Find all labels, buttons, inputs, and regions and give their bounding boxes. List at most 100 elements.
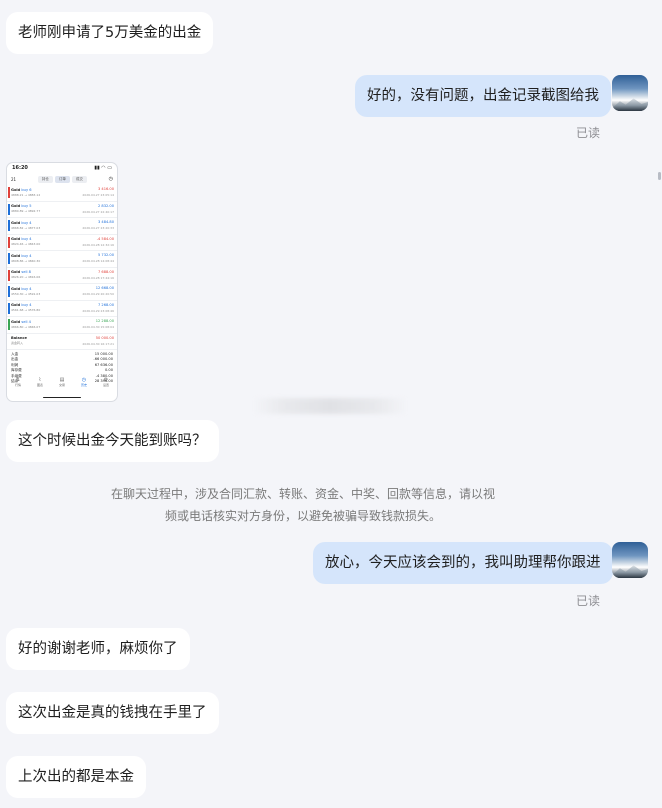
phone-nav-item: ⌇ 图表 xyxy=(37,377,43,391)
trade-marker xyxy=(8,236,10,248)
phone-home-indicator xyxy=(43,396,81,398)
phone-status-bar: 16:20 ▮▮ ◠ ▭ xyxy=(7,163,117,173)
trade-marker xyxy=(8,187,10,198)
trade-marker xyxy=(8,203,10,215)
trade-value: 5 732.00 xyxy=(97,253,114,257)
security-notice: 在聊天过程中，涉及合同汇款、转账、资金、中奖、回款等信息，请以视 频或电话核实对… xyxy=(100,483,506,527)
screenshot-image-message[interactable]: 16:20 ▮▮ ◠ ▭ 21 持仓 订单 成交 ◷ Gold buy 6 488… xyxy=(6,162,118,402)
nav-label: 历史 xyxy=(80,383,87,387)
trade-value: 3 416.00 xyxy=(97,187,114,191)
trade-value: -4 584.00 xyxy=(96,236,114,241)
trade-side: buy 4 xyxy=(21,253,32,258)
message-text: 上次出的都是本金 xyxy=(18,769,134,785)
phone-balance-row: Balance 资金转入 50 000.00 2026.04.30 16:17:… xyxy=(7,334,117,350)
user-avatar[interactable] xyxy=(612,542,648,578)
trade-value: 2 832.00 xyxy=(97,203,114,208)
trade-time: 2026.04.27 23:05:14 xyxy=(82,193,114,197)
phone-trade-row: Gold sell 8 4826.20 → 4816.06 7 688.00 2026… xyxy=(7,268,117,284)
balance-value: 50 000.00 xyxy=(95,335,114,340)
trade-side: buy 5 xyxy=(21,204,32,208)
phone-header-left: 21 xyxy=(11,176,17,182)
trade-symbol: Gold xyxy=(11,303,21,307)
trade-side: buy 4 xyxy=(21,237,32,241)
phone-header: 21 持仓 订单 成交 ◷ xyxy=(7,173,117,185)
trade-symbol: Gold xyxy=(11,187,21,192)
clock-icon: ◷ xyxy=(108,176,113,182)
notice-line: 在聊天过程中，涉及合同汇款、转账、资金、中奖、回款等信息，请以视 xyxy=(110,487,495,501)
trade-time: 2026.04.27 23:20:33 xyxy=(82,226,114,230)
blurred-overlay xyxy=(252,398,408,414)
trade-symbol: Gold xyxy=(11,286,21,291)
trade-value: 12 288.00 xyxy=(95,319,114,323)
trade-symbol: Gold xyxy=(11,237,21,241)
nav-label: 图表 xyxy=(36,383,43,387)
trade-time: 2026.04.28 14:08:44 xyxy=(82,259,114,263)
message-bubble-outgoing[interactable]: 放心，今天应该会到的，我叫助理帮你跟进 xyxy=(313,542,613,584)
nav-label: 设置 xyxy=(102,383,109,387)
phone-trade-row: Gold buy 4 4824.46 → 4843.00 -4 584.00 2026… xyxy=(7,235,117,251)
phone-nav-item: ▤ 交易 xyxy=(59,377,65,391)
trade-side: sell 8 xyxy=(21,270,31,274)
trade-time: 2026.04.30 15:08:04 xyxy=(82,325,114,329)
trade-side: buy 4 xyxy=(21,303,32,307)
phone-bottom-nav: ⇅ 行情 ⌇ 图表 ▤ 交易 ◷ 历史 ⚙ 设置 xyxy=(7,377,117,391)
phone-trade-row: Gold buy 4 4550.30 → 4591.03 12 668.00 2026… xyxy=(7,284,117,301)
phone-tab: 持仓 xyxy=(37,175,53,183)
phone-trade-row: Gold buy 4 4808.86 → 4840.30 5 732.00 2026.… xyxy=(7,251,117,268)
phone-signal-icons: ▮▮ ◠ ▭ xyxy=(94,165,112,171)
trade-time: 2026.04.28 17:44:16 xyxy=(82,275,114,280)
phone-nav-item: ⇅ 行情 xyxy=(15,377,21,391)
phone-tab: 订单 xyxy=(54,175,70,183)
message-bubble-incoming[interactable]: 好的谢谢老师，麻烦你了 xyxy=(6,628,190,670)
message-text: 好的，没有问题，出金记录截图给我 xyxy=(367,88,599,104)
phone-trade-list: Gold buy 6 4888.21 → 4883.12 3 416.00 2026.… xyxy=(7,185,117,334)
trade-symbol: Gold xyxy=(11,204,21,208)
user-avatar[interactable] xyxy=(612,75,648,111)
message-text: 放心，今天应该会到的，我叫助理帮你跟进 xyxy=(325,555,601,571)
trade-value: 7 268.00 xyxy=(97,302,114,307)
trade-marker xyxy=(8,220,10,231)
phone-trade-row: Gold buy 4 4868.82 → 4877.03 3 484.80 2026.… xyxy=(7,218,117,235)
phone-tab: 成交 xyxy=(71,175,87,183)
trade-marker xyxy=(8,253,10,264)
message-text: 好的谢谢老师，麻烦你了 xyxy=(18,641,178,657)
trade-side: buy 6 xyxy=(21,187,32,192)
message-bubble-incoming[interactable]: 这次出金是真的钱拽在手里了 xyxy=(6,692,219,734)
balance-time: 2026.04.30 16:17:21 xyxy=(82,341,114,346)
phone-trade-row: Gold buy 4 4561.68 → 4576.80 7 268.00 2026.… xyxy=(7,301,117,317)
read-status: 已读 xyxy=(576,126,601,140)
trade-marker xyxy=(8,302,10,314)
phone-nav-item: ◷ 历史 xyxy=(81,377,87,391)
phone-trade-row: Gold buy 5 4880.89 → 4892.77 2 832.00 2026.… xyxy=(7,202,117,218)
trade-marker xyxy=(8,269,10,281)
trade-value: 7 688.00 xyxy=(97,269,114,274)
trade-symbol: Gold xyxy=(11,319,21,324)
trade-time: 2026.04.27 22:40:17 xyxy=(82,209,114,214)
trade-symbol: Gold xyxy=(11,220,21,225)
message-bubble-incoming[interactable]: 上次出的都是本金 xyxy=(6,756,146,798)
message-bubble-incoming[interactable]: 老师刚申请了5万美金的出金 xyxy=(6,12,214,54)
trade-time: 2026.04.29 20:20:50 xyxy=(82,292,114,296)
nav-label: 交易 xyxy=(58,383,65,387)
trade-time: 2026.04.29 23:08:46 xyxy=(82,308,114,313)
phone-tabs: 持仓 订单 成交 xyxy=(37,175,87,183)
phone-trade-row: Gold sell 4 4866.80 → 4846.07 12 288.00 202… xyxy=(7,317,117,334)
trade-symbol: Gold xyxy=(11,253,21,258)
balance-label: Balance xyxy=(11,336,27,340)
phone-time: 16:20 xyxy=(12,165,28,171)
trade-side: buy 4 xyxy=(21,220,32,225)
trade-side: buy 4 xyxy=(21,286,32,291)
message-bubble-incoming[interactable]: 这个时候出金今天能到账吗？ xyxy=(6,420,219,462)
trade-value: 3 484.80 xyxy=(97,220,114,224)
phone-nav-item: ⚙ 设置 xyxy=(103,377,109,391)
scrollbar-thumb[interactable] xyxy=(658,172,661,180)
trade-value: 12 668.00 xyxy=(95,286,114,290)
phone-trade-row: Gold buy 6 4888.21 → 4883.12 3 416.00 2026.… xyxy=(7,185,117,202)
message-bubble-outgoing[interactable]: 好的，没有问题，出金记录截图给我 xyxy=(355,75,611,117)
trade-symbol: Gold xyxy=(11,270,21,274)
read-status: 已读 xyxy=(576,594,601,608)
notice-line: 频或电话核实对方身份，以避免被骗导致钱款损失。 xyxy=(164,509,441,523)
trade-time: 2026.04.28 12:32:16 xyxy=(82,242,114,247)
trade-side: sell 4 xyxy=(21,319,31,324)
nav-label: 行情 xyxy=(14,383,21,387)
